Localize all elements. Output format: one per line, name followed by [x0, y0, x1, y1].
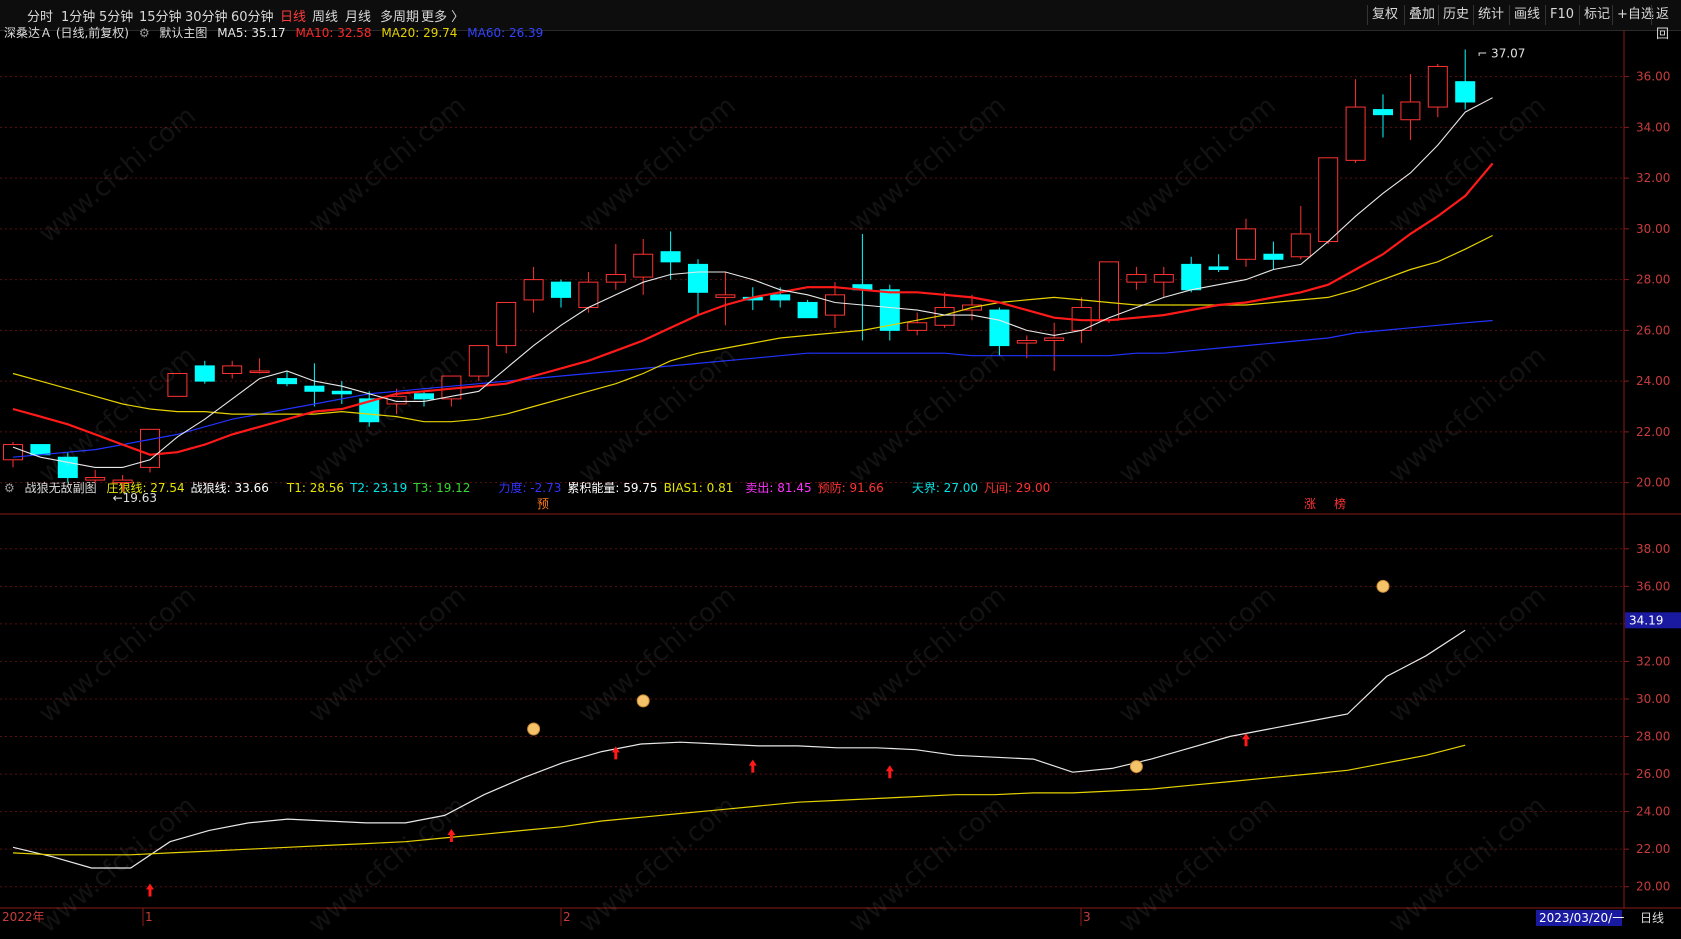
- period-label: 日线: [1640, 911, 1664, 925]
- up-arrow-icon: [447, 829, 456, 843]
- hand-marker-icon: [527, 722, 541, 736]
- candle-body-down: [414, 393, 434, 400]
- candle-body-up: [496, 301, 517, 347]
- hand-marker-icon: [1129, 760, 1143, 774]
- candle-body-down: [277, 378, 297, 385]
- candle-body-up: [386, 395, 407, 405]
- signal-badge: 涨: [1304, 496, 1316, 511]
- ma5-line: [12, 97, 1493, 468]
- y-tick-label: 22.00: [1636, 425, 1670, 439]
- candle-body-up: [85, 477, 106, 481]
- y-tick-label: 30.00: [1636, 692, 1670, 706]
- candle-body-down: [57, 456, 78, 479]
- candle-body-down: [1263, 253, 1284, 260]
- candle-body-up: [249, 370, 270, 373]
- candle-body-down: [1208, 266, 1229, 270]
- up-arrow-icon: [748, 759, 757, 773]
- signal-badge: 榜: [1334, 496, 1346, 511]
- candle-body-down: [770, 294, 791, 301]
- low-price-label: ←19.63: [113, 491, 157, 505]
- month-label: 3: [1083, 910, 1091, 924]
- candle-body-up: [468, 345, 489, 377]
- y-tick-label: 28.00: [1636, 273, 1670, 287]
- hand-marker-icon: [636, 694, 650, 708]
- y-tick-label: 32.00: [1636, 654, 1670, 668]
- y-tick-label: 32.00: [1636, 171, 1670, 185]
- candle-body-down: [304, 385, 325, 392]
- up-arrow-icon: [146, 883, 154, 897]
- candle-body-up: [1290, 233, 1311, 258]
- y-tick-label: 28.00: [1636, 730, 1670, 744]
- month-label: 1: [145, 910, 153, 924]
- candle-body-up: [578, 281, 599, 309]
- candle-body-up: [605, 274, 626, 283]
- candle-body-down: [1373, 109, 1393, 116]
- candle-body-up: [907, 322, 928, 331]
- candle-body-up: [222, 365, 243, 375]
- indicator-line: [12, 744, 1466, 856]
- candle-body-up: [1099, 261, 1119, 321]
- candle-body-down: [30, 444, 51, 456]
- candle-body-down: [1181, 263, 1202, 291]
- up-arrow-icon: [1242, 733, 1250, 747]
- indicator-line: [12, 629, 1466, 869]
- y-tick-label: 38.00: [1636, 542, 1670, 556]
- signal-badge: 预: [537, 497, 549, 511]
- date-cursor-label: 2023/03/20/一: [1539, 911, 1624, 925]
- y-tick-label: 30.00: [1636, 222, 1670, 236]
- candle-body-up: [715, 294, 736, 298]
- ma60-line: [12, 319, 1493, 458]
- candle-body-down: [331, 390, 352, 395]
- y-tick-label: 24.00: [1636, 805, 1670, 819]
- month-label: 2: [563, 910, 571, 924]
- candle-body-up: [1427, 65, 1448, 108]
- candle-body-up: [1345, 106, 1366, 161]
- candle-body-down: [1455, 81, 1476, 103]
- candle-body-up: [825, 294, 845, 316]
- candle-body-up: [1044, 337, 1065, 342]
- candle-body-up: [167, 373, 188, 397]
- ma20-line: [12, 234, 1493, 423]
- candle-body-up: [1016, 340, 1037, 344]
- candle-body-down: [797, 301, 818, 319]
- y-tick-label: 36.00: [1636, 579, 1670, 593]
- candle-body-up: [3, 444, 23, 461]
- candle-body-down: [551, 281, 571, 298]
- y-tick-label: 22.00: [1636, 842, 1670, 856]
- candle-body-up: [1153, 274, 1174, 283]
- year-label: 2022年: [2, 910, 45, 924]
- chart-canvas[interactable]: 36.00 34.00 32.00 30.00 28.00 26.00 24.00 22.00…: [0, 0, 1681, 926]
- candle-body-up: [112, 479, 133, 484]
- y-tick-label: 26.00: [1636, 323, 1670, 337]
- current-value-label: 34.19: [1629, 613, 1663, 627]
- candle-body-up: [1236, 228, 1256, 260]
- y-tick-label: 20.00: [1636, 880, 1670, 894]
- candle-body-down: [989, 309, 1010, 347]
- y-tick-label: 36.00: [1636, 70, 1670, 84]
- y-tick-label: 20.00: [1636, 476, 1670, 490]
- high-price-label: ⌐ 37.07: [1477, 46, 1525, 60]
- candle-body-down: [660, 251, 681, 263]
- candle-body-down: [194, 365, 215, 382]
- hand-marker-icon: [1376, 579, 1390, 593]
- y-tick-label: 26.00: [1636, 767, 1670, 781]
- up-arrow-icon: [885, 765, 894, 779]
- y-tick-label: 34.00: [1636, 120, 1670, 134]
- candle-body-down: [688, 263, 708, 293]
- y-tick-label: 24.00: [1636, 374, 1670, 388]
- candle-body-up: [1400, 101, 1421, 121]
- candle-body-up: [1318, 157, 1339, 243]
- candle-body-up: [633, 253, 654, 278]
- candle-body-up: [523, 279, 544, 301]
- candle-body-up: [1126, 274, 1147, 283]
